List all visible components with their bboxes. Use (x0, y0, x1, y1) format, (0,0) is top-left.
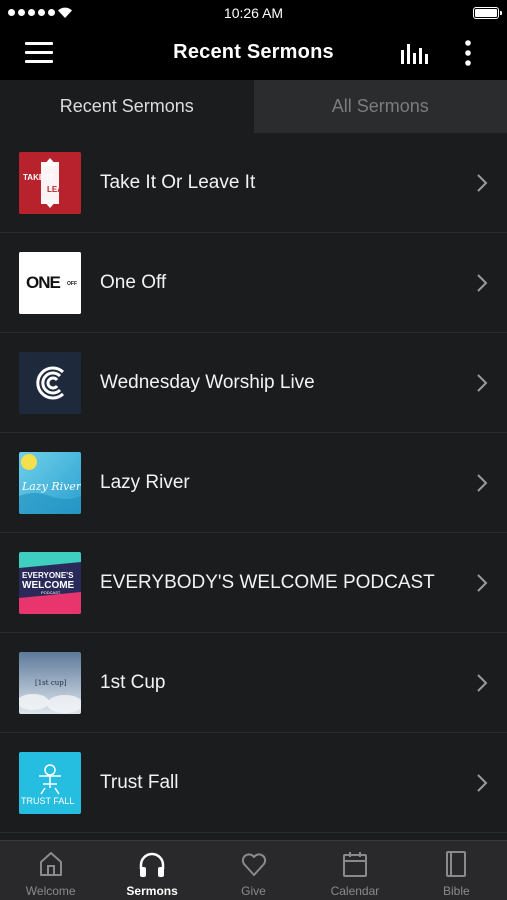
list-item[interactable]: EVERYONE'S WELCOME PODCAST EVERYBODY'S W… (0, 533, 507, 633)
sermon-list: TAKE IT LEAVE IT Take It Or Leave It ONE… (0, 133, 507, 833)
tab-all-sermons[interactable]: All Sermons (253, 80, 507, 133)
artwork-text: PODCAST (41, 590, 61, 595)
sermon-title: One Off (100, 272, 167, 293)
tab-give[interactable]: Give (203, 841, 304, 900)
artwork-text: TRUST FALL (21, 796, 74, 806)
list-item[interactable]: Wednesday Worship Live (0, 333, 507, 433)
vertical-dots-icon[interactable] (459, 39, 477, 67)
artwork-text: Lazy River (21, 480, 81, 493)
book-icon (446, 851, 467, 877)
tab-label: Give (241, 884, 266, 898)
status-time: 10:26 AM (223, 5, 284, 21)
tab-sermons[interactable]: Sermons (101, 841, 202, 900)
list-item[interactable]: TAKE IT LEAVE IT Take It Or Leave It (0, 133, 507, 233)
tab-bible[interactable]: Bible (406, 841, 507, 900)
list-item[interactable]: Lazy River Lazy River (0, 433, 507, 533)
tab-welcome[interactable]: Welcome (0, 841, 101, 900)
list-item[interactable]: ONE OFF One Off (0, 233, 507, 333)
sermon-artwork: TAKE IT LEAVE IT (19, 152, 81, 214)
status-bar: 10:26 AM (0, 0, 507, 26)
calendar-icon (342, 852, 367, 877)
tab-label: Calendar (330, 884, 380, 898)
chevron-right-icon (477, 674, 488, 692)
list-item[interactable]: [1st cup] 1st Cup (0, 633, 507, 733)
home-icon (39, 852, 62, 876)
artwork-text: OFF (67, 281, 77, 287)
sermon-artwork: EVERYONE'S WELCOME PODCAST (19, 552, 81, 614)
sermon-title: Take It Or Leave It (100, 172, 256, 193)
sermon-title: Lazy River (100, 472, 190, 493)
tab-label: Welcome (25, 884, 76, 898)
battery-icon (473, 7, 502, 19)
artwork-text: ONE (26, 273, 61, 292)
sermon-artwork: TRUST FALL (19, 752, 81, 814)
chevron-right-icon (477, 474, 488, 492)
bottom-tab-bar: Welcome Sermons Give Calendar Bible (0, 840, 507, 900)
list-item[interactable]: TRUST FALL Trust Fall (0, 733, 507, 833)
sermon-artwork (19, 352, 81, 414)
sermon-title: Trust Fall (100, 772, 179, 793)
nav-bar: Recent Sermons (0, 26, 507, 80)
chevron-right-icon (477, 774, 488, 792)
sermon-artwork: ONE OFF (19, 252, 81, 314)
tab-calendar[interactable]: Calendar (304, 841, 405, 900)
sermon-title: 1st Cup (100, 672, 166, 693)
chevron-right-icon (477, 574, 488, 592)
tab-recent-sermons[interactable]: Recent Sermons (0, 80, 254, 133)
chevron-right-icon (477, 174, 488, 192)
heart-icon (241, 853, 266, 876)
audio-bars-icon[interactable] (399, 40, 431, 66)
sermon-title: EVERYBODY'S WELCOME PODCAST (100, 572, 435, 593)
tab-label: Sermons (126, 884, 178, 898)
segmented-control: Recent Sermons All Sermons (0, 80, 507, 133)
tab-label: Bible (442, 884, 470, 898)
sermon-title: Wednesday Worship Live (100, 372, 315, 393)
artwork-text: LEAVE IT (47, 185, 81, 194)
headphones-icon (139, 852, 165, 877)
chevron-right-icon (477, 374, 488, 392)
artwork-text: TAKE IT (23, 173, 54, 182)
chevron-right-icon (477, 274, 488, 292)
sermon-artwork: [1st cup] (19, 652, 81, 714)
artwork-text: EVERYONE'S (22, 571, 74, 580)
sermon-artwork: Lazy River (19, 452, 81, 514)
artwork-text: [1st cup] (35, 679, 67, 687)
